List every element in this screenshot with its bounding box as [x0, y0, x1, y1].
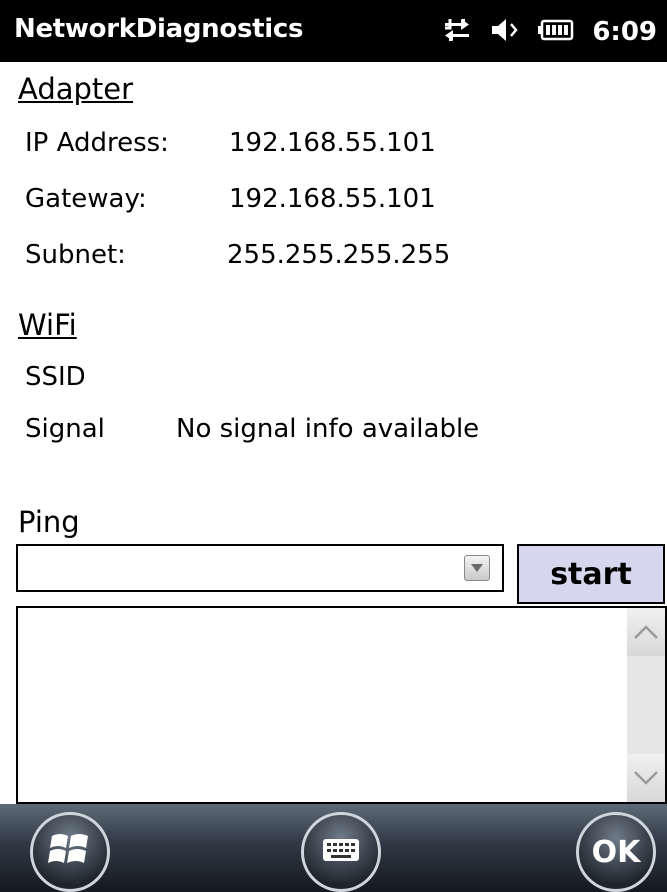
ip-address-label: IP Address:: [25, 128, 169, 158]
windows-start-icon: [48, 830, 92, 874]
wifi-heading: WiFi: [18, 308, 77, 342]
battery-icon[interactable]: [538, 18, 574, 46]
ok-button[interactable]: OK: [576, 812, 656, 892]
signal-label: Signal: [25, 414, 105, 444]
ssid-label: SSID: [25, 362, 86, 392]
keyboard-button[interactable]: [301, 812, 381, 892]
signal-value: No signal info available: [176, 414, 480, 444]
status-icons: 6:09: [424, 12, 657, 52]
speaker-muted-icon[interactable]: [490, 15, 520, 49]
scroll-up-icon[interactable]: [627, 608, 665, 656]
ping-label: Ping: [18, 505, 80, 539]
ping-host-combobox[interactable]: [16, 544, 504, 592]
gateway-label: Gateway:: [25, 184, 147, 214]
data-sync-icon[interactable]: [442, 15, 472, 49]
gateway-value: 192.168.55.101: [229, 184, 436, 214]
keyboard-icon: [322, 837, 360, 867]
start-button[interactable]: start: [517, 544, 665, 604]
title-bar: NetworkDiagnostics 6:09: [0, 0, 667, 62]
subnet-label: Subnet:: [25, 240, 126, 270]
scroll-down-icon[interactable]: [627, 754, 665, 802]
app-title: NetworkDiagnostics: [14, 14, 304, 44]
softkey-bar: OK: [0, 804, 667, 892]
clock[interactable]: 6:09: [592, 17, 657, 47]
ok-label: OK: [591, 834, 641, 870]
subnet-value: 255.255.255.255: [227, 240, 451, 270]
dropdown-arrow-icon[interactable]: [464, 555, 490, 581]
windows-start-button[interactable]: [30, 812, 110, 892]
ip-address-value: 192.168.55.101: [229, 128, 436, 158]
adapter-heading: Adapter: [18, 72, 134, 106]
ping-output-box[interactable]: [16, 606, 667, 804]
output-scrollbar[interactable]: [627, 608, 665, 802]
